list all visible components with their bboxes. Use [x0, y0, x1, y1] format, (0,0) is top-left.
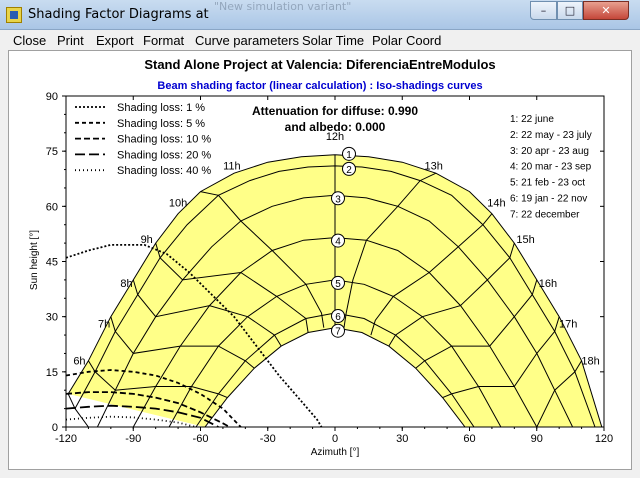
- y-tick-label: 0: [52, 422, 58, 434]
- date-legend-item: 5: 21 feb - 23 oct: [510, 178, 585, 189]
- date-marker-label: 5: [335, 279, 341, 290]
- shading-legend-label: Shading loss: 1 %: [117, 102, 205, 114]
- x-tick-label: -120: [55, 433, 77, 445]
- x-tick-label: 30: [396, 433, 408, 445]
- hour-label: 7h: [98, 319, 110, 331]
- date-marker-label: 3: [335, 194, 341, 205]
- shading-legend-label: Shading loss: 5 %: [117, 118, 205, 130]
- x-tick-label: -60: [193, 433, 209, 445]
- hour-label: 18h: [581, 355, 599, 367]
- date-legend-item: 2: 22 may - 23 july: [510, 130, 592, 141]
- date-marker-label: 6: [335, 312, 341, 323]
- y-tick-label: 90: [46, 91, 58, 103]
- date-marker-label: 1: [346, 150, 352, 161]
- shading-legend-label: Shading loss: 40 %: [117, 165, 211, 177]
- x-axis-label: Azimuth [°]: [311, 447, 360, 458]
- attenuation-diffuse-text: Attenuation for diffuse: 0.990: [252, 104, 418, 118]
- x-tick-label: -30: [260, 433, 276, 445]
- hour-label: 11h: [223, 161, 241, 173]
- date-marker-label: 4: [335, 237, 341, 248]
- hour-label: 9h: [141, 234, 153, 246]
- date-legend-item: 1: 22 june: [510, 114, 554, 125]
- hour-label: 8h: [120, 278, 132, 290]
- hour-label: 16h: [539, 278, 557, 290]
- y-tick-label: 45: [46, 257, 58, 269]
- date-legend-item: 7: 22 december: [510, 209, 580, 220]
- date-marker-label: 7: [335, 327, 341, 338]
- hour-label: 17h: [559, 319, 577, 331]
- x-tick-label: -90: [125, 433, 141, 445]
- hour-label: 15h: [516, 234, 534, 246]
- y-tick-label: 30: [46, 312, 58, 324]
- shading-legend-label: Shading loss: 10 %: [117, 134, 211, 146]
- y-tick-label: 60: [46, 201, 58, 213]
- hour-label: 10h: [169, 197, 187, 209]
- date-legend-item: 4: 20 mar - 23 sep: [510, 162, 592, 173]
- hour-line: [67, 393, 89, 427]
- date-legend-item: 3: 20 apr - 23 aug: [510, 146, 589, 157]
- hour-label: 6h: [73, 355, 85, 367]
- y-tick-label: 75: [46, 146, 58, 158]
- date-marker-label: 2: [346, 165, 352, 176]
- y-tick-label: 15: [46, 367, 58, 379]
- date-legend-item: 6: 19 jan - 22 nov: [510, 194, 587, 205]
- x-tick-label: 60: [463, 433, 475, 445]
- attenuation-albedo-text: and albedo: 0.000: [285, 120, 386, 134]
- hour-label: 14h: [487, 197, 505, 209]
- shading-legend-label: Shading loss: 20 %: [117, 149, 211, 161]
- x-tick-label: 90: [531, 433, 543, 445]
- y-axis-label: Sun height [°]: [29, 230, 40, 290]
- hour-label: 13h: [424, 161, 442, 173]
- x-tick-label: 120: [595, 433, 613, 445]
- x-tick-label: 0: [332, 433, 338, 445]
- sun-path-chart: -120 -90 -60 -30 0 30 60 90 1200153045607590Azim…: [29, 91, 613, 458]
